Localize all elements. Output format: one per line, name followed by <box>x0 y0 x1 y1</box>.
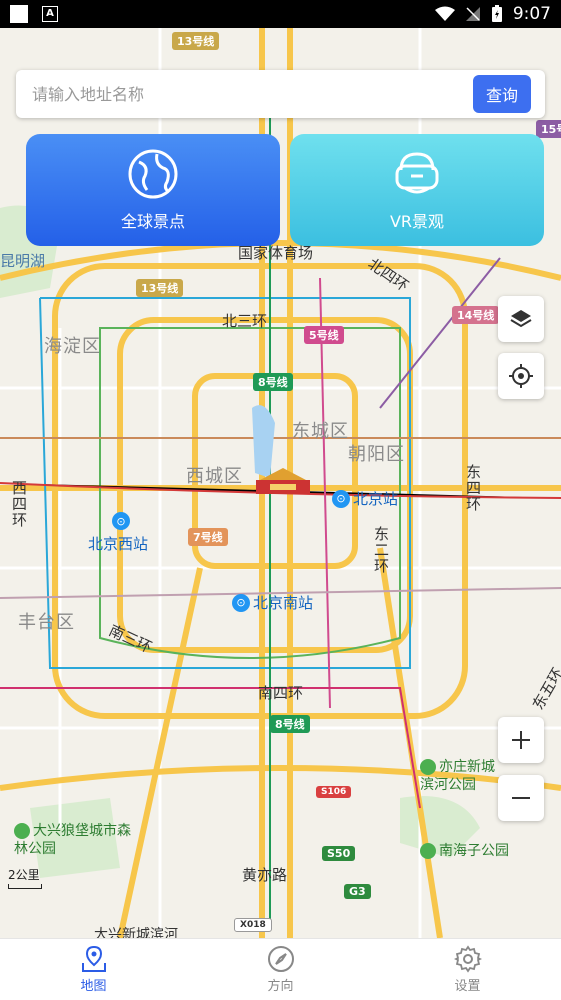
poi-label: 大兴新城滨河 <box>94 927 178 938</box>
road-label: 黄亦路 <box>242 866 288 884</box>
nav-direction-label: 方向 <box>267 979 294 994</box>
highway-shield: X018 <box>234 918 272 932</box>
search-bar: 查询 <box>16 70 545 118</box>
vr-view-card[interactable]: VR景观 <box>290 134 544 246</box>
road-label: 东二环 <box>374 525 390 575</box>
subway-line-tag: 8号线 <box>253 373 293 391</box>
map-scale: 2公里 <box>8 866 42 889</box>
train-icon: ⊙ <box>232 593 250 612</box>
station-label: ⊙ 北京西站 <box>88 512 148 554</box>
subway-line-tag: 13号线 <box>172 32 220 50</box>
district-label: 东城区 <box>292 421 349 442</box>
search-input[interactable] <box>30 83 473 105</box>
signal-icon <box>465 7 480 21</box>
bottom-nav: 地图 方向 设置 <box>0 938 561 1000</box>
poi-park: 亦庄新城滨河公园 <box>420 759 495 793</box>
highway-shield: G3 <box>344 884 371 899</box>
district-label: 海淀区 <box>44 336 101 357</box>
subway-line-tag: 15号 <box>536 120 561 138</box>
layers-icon <box>510 310 532 328</box>
global-attractions-label: 全球景点 <box>120 212 185 231</box>
poi-park: 南海子公园 <box>420 842 509 860</box>
notification-icon <box>10 5 28 23</box>
app-notification-icon: A <box>42 6 58 22</box>
road-label: 南四环 <box>258 684 304 702</box>
locate-button[interactable] <box>498 353 544 399</box>
clock: 9:07 <box>512 4 551 24</box>
park-icon <box>420 759 436 775</box>
subway-line-tag: 7号线 <box>188 528 228 546</box>
highway-shield: S50 <box>322 846 356 861</box>
minus-icon <box>512 797 530 799</box>
highway-shield: S106 <box>316 786 352 798</box>
nav-tab-direction[interactable]: 方向 <box>187 939 374 1000</box>
subway-line-tag: 8号线 <box>270 715 310 733</box>
search-button[interactable]: 查询 <box>472 75 531 113</box>
scale-bar <box>8 884 42 889</box>
subway-line-tag: 5号线 <box>304 326 344 344</box>
status-bar: A 9:07 <box>0 0 561 28</box>
road-label: 东四环 <box>466 463 482 513</box>
station-label: ⊙ 北京南站 <box>232 592 313 613</box>
vr-view-label: VR景观 <box>389 212 445 231</box>
zoom-in-button[interactable] <box>498 717 544 763</box>
layers-button[interactable] <box>498 296 544 342</box>
global-attractions-card[interactable]: 全球景点 <box>26 134 280 246</box>
map-pin-icon <box>81 945 106 972</box>
wifi-icon <box>434 6 455 21</box>
train-icon: ⊙ <box>112 512 130 530</box>
road-label: 西四环 <box>12 479 28 529</box>
subway-line-tag: 14号线 <box>452 306 500 324</box>
road-label: 北三环 <box>222 312 268 330</box>
zoom-out-button[interactable] <box>498 775 544 821</box>
train-icon: ⊙ <box>332 489 350 508</box>
district-label: 丰台区 <box>18 612 75 633</box>
poi-park: 大兴狼垡城市森林公园 <box>14 823 131 857</box>
plus-icon <box>512 731 530 749</box>
nav-tab-settings[interactable]: 设置 <box>374 939 561 1000</box>
district-label: 西城区 <box>186 466 243 487</box>
globe-icon <box>128 149 178 199</box>
nav-settings-label: 设置 <box>454 979 481 994</box>
vr-headset-icon <box>395 152 439 194</box>
nav-map-label: 地图 <box>80 979 107 994</box>
crosshair-icon <box>509 364 533 388</box>
station-label: ⊙ 北京站 <box>332 488 398 509</box>
park-icon <box>420 843 436 859</box>
scale-label: 2公里 <box>8 868 40 882</box>
subway-line-tag: 13号线 <box>136 279 184 297</box>
district-label: 朝阳区 <box>348 444 405 465</box>
gear-icon <box>453 945 482 973</box>
nav-tab-map[interactable]: 地图 <box>0 939 187 1000</box>
compass-icon <box>267 946 294 972</box>
battery-icon <box>491 5 502 22</box>
lake-label: 昆明湖 <box>0 252 46 270</box>
park-icon <box>14 823 30 839</box>
